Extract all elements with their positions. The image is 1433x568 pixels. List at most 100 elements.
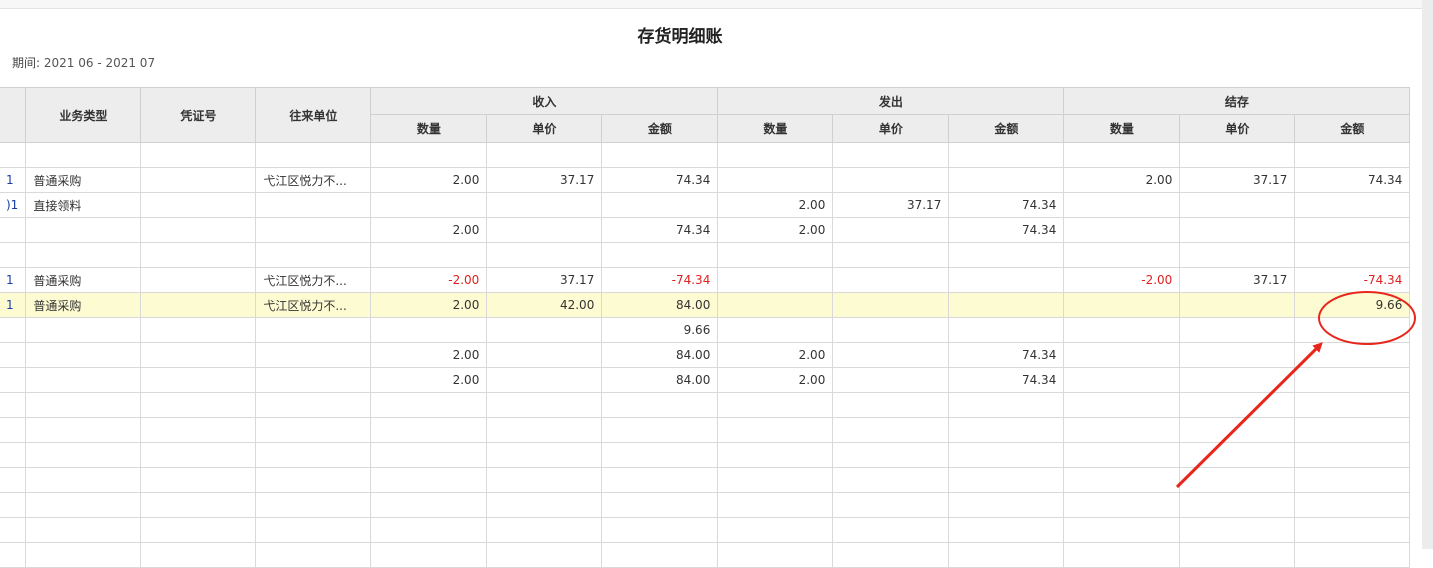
balance-qty-cell[interactable] — [1063, 442, 1181, 468]
receipt-amount-cell[interactable]: -74.34 — [601, 267, 719, 293]
receipt-unit-price-cell[interactable] — [486, 367, 603, 393]
issue-qty-cell[interactable] — [717, 392, 834, 418]
col-balance-amount[interactable]: 金额 — [1294, 114, 1411, 143]
issue-amount-cell[interactable] — [948, 292, 1065, 318]
receipt-qty-cell[interactable] — [370, 417, 488, 443]
receipt-qty-cell[interactable] — [370, 142, 488, 168]
receipt-amount-cell[interactable] — [601, 142, 719, 168]
balance-qty-cell[interactable]: -2.00 — [1063, 267, 1181, 293]
table-row[interactable] — [0, 542, 1411, 568]
issue-unit-price-cell[interactable] — [832, 417, 950, 443]
counterparty-cell[interactable] — [255, 417, 372, 443]
col-issue-amount[interactable]: 金额 — [948, 114, 1065, 143]
table-row[interactable]: )1 直接领料 2.00 37.17 74.34 — [0, 192, 1411, 218]
issue-qty-cell[interactable] — [717, 317, 834, 343]
balance-unit-price-cell[interactable] — [1179, 392, 1296, 418]
voucher-cell[interactable] — [140, 492, 257, 518]
balance-amount-cell[interactable]: 74.34 — [1294, 167, 1411, 193]
receipt-qty-cell[interactable]: 2.00 — [370, 292, 488, 318]
col-business-type[interactable]: 业务类型 — [25, 87, 142, 143]
balance-amount-cell[interactable] — [1294, 492, 1411, 518]
row-index-cell[interactable] — [0, 417, 27, 443]
issue-amount-cell[interactable] — [948, 242, 1065, 268]
balance-unit-price-cell[interactable]: 37.17 — [1179, 267, 1296, 293]
table-row[interactable]: 1 普通采购 弋江区悦力不... -2.00 37.17 -74.34 -2.00 37.17… — [0, 267, 1411, 293]
voucher-cell[interactable] — [140, 467, 257, 493]
counterparty-cell[interactable] — [255, 192, 372, 218]
receipt-amount-cell[interactable]: 84.00 — [601, 367, 719, 393]
voucher-cell[interactable] — [140, 292, 257, 318]
counterparty-cell[interactable] — [255, 142, 372, 168]
table-row[interactable] — [0, 492, 1411, 518]
receipt-unit-price-cell[interactable] — [486, 242, 603, 268]
balance-amount-cell[interactable]: 9.66 — [1294, 292, 1411, 318]
issue-qty-cell[interactable]: 2.00 — [717, 342, 834, 368]
row-index-cell[interactable] — [0, 492, 27, 518]
issue-unit-price-cell[interactable] — [832, 242, 950, 268]
receipt-unit-price-cell[interactable] — [486, 392, 603, 418]
receipt-qty-cell[interactable] — [370, 317, 488, 343]
row-index-cell[interactable] — [0, 242, 27, 268]
issue-qty-cell[interactable] — [717, 442, 834, 468]
balance-qty-cell[interactable] — [1063, 242, 1181, 268]
issue-amount-cell[interactable] — [948, 167, 1065, 193]
issue-amount-cell[interactable] — [948, 392, 1065, 418]
issue-amount-cell[interactable] — [948, 467, 1065, 493]
balance-unit-price-cell[interactable] — [1179, 217, 1296, 243]
table-row[interactable] — [0, 417, 1411, 443]
business-type-cell[interactable] — [25, 142, 142, 168]
table-row[interactable]: 1 普通采购 弋江区悦力不... 2.00 37.17 74.34 2.00 37.17 74.… — [0, 167, 1411, 193]
issue-amount-cell[interactable]: 74.34 — [948, 217, 1065, 243]
balance-amount-cell[interactable] — [1294, 317, 1411, 343]
balance-amount-cell[interactable]: -74.34 — [1294, 267, 1411, 293]
col-receipt-unit-price[interactable]: 单价 — [486, 114, 603, 143]
issue-unit-price-cell[interactable] — [832, 217, 950, 243]
receipt-unit-price-cell[interactable]: 37.17 — [486, 267, 603, 293]
balance-qty-cell[interactable] — [1063, 417, 1181, 443]
balance-unit-price-cell[interactable] — [1179, 467, 1296, 493]
issue-unit-price-cell[interactable] — [832, 542, 950, 568]
row-index-cell[interactable] — [0, 367, 27, 393]
voucher-cell[interactable] — [140, 342, 257, 368]
issue-unit-price-cell[interactable] — [832, 292, 950, 318]
receipt-amount-cell[interactable] — [601, 442, 719, 468]
voucher-cell[interactable] — [140, 542, 257, 568]
issue-qty-cell[interactable]: 2.00 — [717, 217, 834, 243]
issue-qty-cell[interactable] — [717, 542, 834, 568]
issue-qty-cell[interactable] — [717, 467, 834, 493]
voucher-cell[interactable] — [140, 217, 257, 243]
receipt-amount-cell[interactable] — [601, 242, 719, 268]
balance-qty-cell[interactable] — [1063, 542, 1181, 568]
balance-unit-price-cell[interactable] — [1179, 242, 1296, 268]
balance-qty-cell[interactable] — [1063, 342, 1181, 368]
receipt-amount-cell[interactable] — [601, 542, 719, 568]
counterparty-cell[interactable] — [255, 242, 372, 268]
balance-qty-cell[interactable] — [1063, 367, 1181, 393]
balance-unit-price-cell[interactable] — [1179, 417, 1296, 443]
table-row[interactable] — [0, 517, 1411, 543]
row-index-cell[interactable] — [0, 442, 27, 468]
voucher-cell[interactable] — [140, 392, 257, 418]
counterparty-cell[interactable] — [255, 467, 372, 493]
receipt-unit-price-cell[interactable] — [486, 442, 603, 468]
receipt-qty-cell[interactable]: 2.00 — [370, 367, 488, 393]
business-type-cell[interactable]: 普通采购 — [25, 267, 142, 293]
receipt-qty-cell[interactable] — [370, 242, 488, 268]
balance-amount-cell[interactable] — [1294, 217, 1411, 243]
counterparty-cell[interactable] — [255, 492, 372, 518]
balance-unit-price-cell[interactable] — [1179, 142, 1296, 168]
counterparty-cell[interactable]: 弋江区悦力不... — [255, 167, 372, 193]
issue-unit-price-cell[interactable] — [832, 267, 950, 293]
balance-qty-cell[interactable]: 2.00 — [1063, 167, 1181, 193]
receipt-qty-cell[interactable]: -2.00 — [370, 267, 488, 293]
balance-amount-cell[interactable] — [1294, 142, 1411, 168]
balance-amount-cell[interactable] — [1294, 467, 1411, 493]
receipt-amount-cell[interactable] — [601, 517, 719, 543]
receipt-qty-cell[interactable] — [370, 542, 488, 568]
balance-qty-cell[interactable] — [1063, 217, 1181, 243]
receipt-qty-cell[interactable]: 2.00 — [370, 342, 488, 368]
balance-unit-price-cell[interactable] — [1179, 542, 1296, 568]
issue-qty-cell[interactable]: 2.00 — [717, 367, 834, 393]
balance-qty-cell[interactable] — [1063, 392, 1181, 418]
voucher-cell[interactable] — [140, 442, 257, 468]
